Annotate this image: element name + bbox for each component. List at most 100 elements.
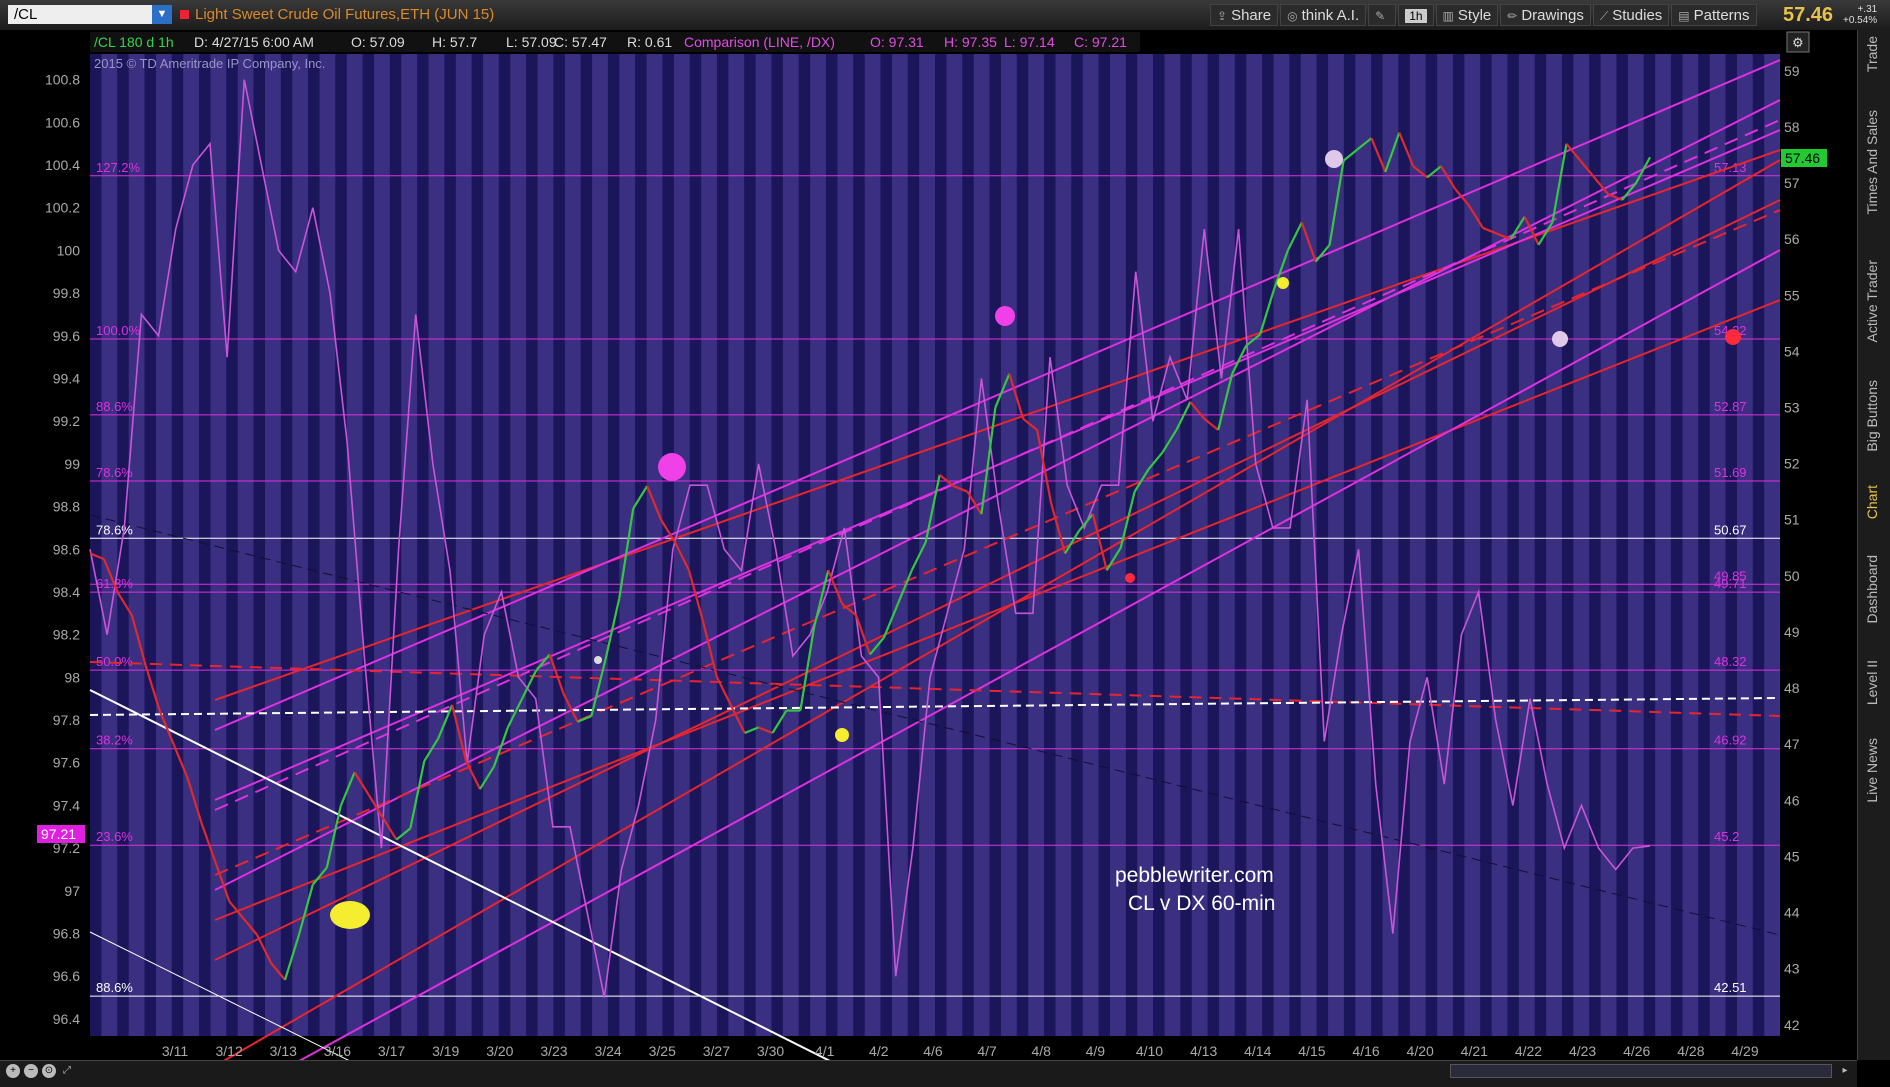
timeframe-button[interactable]: 1h [1398, 4, 1434, 26]
right-price-marker: 57.46 [1785, 150, 1820, 166]
tab-live-news[interactable]: Live News [1864, 738, 1886, 803]
magenta-marker [995, 306, 1015, 326]
left-tick-label: 98.6 [53, 541, 80, 557]
x-tick-label: 4/29 [1731, 1043, 1758, 1059]
x-tick-label: 3/27 [703, 1043, 730, 1059]
night-band [689, 54, 702, 1036]
fib-value-label: 46.92 [1714, 733, 1747, 748]
left-tick-label: 96.8 [53, 926, 80, 942]
x-tick-label: 3/25 [649, 1043, 676, 1059]
right-tick-label: 49 [1784, 624, 1800, 640]
scroll-right-icon[interactable]: ▸ [1838, 1064, 1852, 1078]
left-tick-label: 98.4 [53, 584, 80, 600]
night-band [417, 54, 429, 1036]
wrench-icon: ✎ [1375, 9, 1386, 23]
style-label: Style [1457, 7, 1492, 24]
night-band [853, 54, 865, 1036]
x-tick-label: 4/1 [815, 1043, 835, 1059]
night-band [1016, 54, 1029, 1036]
yellow-marker [1277, 277, 1289, 289]
symbol-input[interactable]: /CL [8, 5, 156, 24]
x-tick-label: 4/13 [1190, 1043, 1217, 1059]
pink-marker [1325, 150, 1343, 168]
fib-value-label: 49.85 [1714, 568, 1747, 583]
night-band [1507, 54, 1519, 1036]
info-comparison: Comparison (LINE, /DX) [684, 34, 835, 50]
night-band [1425, 54, 1438, 1036]
studies-button[interactable]: ⟋ Studies [1592, 4, 1670, 26]
scroll-thumb[interactable] [1450, 1064, 1832, 1078]
night-band [825, 54, 838, 1036]
studies-label: Studies [1612, 7, 1663, 24]
left-tick-label: 100.8 [45, 72, 80, 88]
right-tick-label: 55 [1784, 287, 1800, 303]
night-band [335, 54, 347, 1036]
night-band [1125, 54, 1138, 1036]
left-tick-label: 99.4 [53, 370, 80, 386]
info-r: R: 0.61 [627, 34, 672, 50]
white-pct-label: 88.6% [96, 980, 133, 995]
tab-trade[interactable]: Trade [1864, 36, 1886, 72]
left-tick-label: 97.8 [53, 712, 80, 728]
night-band [1180, 54, 1192, 1036]
x-tick-label: 4/7 [977, 1043, 997, 1059]
patterns-label: Patterns [1693, 7, 1750, 24]
tab-dashboard[interactable]: Dashboard [1864, 555, 1886, 624]
left-tick-label: 100 [57, 242, 81, 258]
red-marker [1125, 573, 1135, 583]
drawings-button[interactable]: ✏ Drawings [1500, 4, 1591, 26]
left-tick-label: 98.2 [53, 627, 80, 643]
right-tick-label: 46 [1784, 792, 1800, 808]
night-band [1643, 54, 1656, 1036]
right-tick-label: 58 [1784, 119, 1800, 135]
night-band [662, 54, 674, 1036]
patterns-button[interactable]: ▤ Patterns [1671, 4, 1757, 26]
left-tick-label: 99.6 [53, 328, 80, 344]
right-tick-label: 51 [1784, 512, 1800, 528]
left-tick-label: 96.6 [53, 968, 80, 984]
night-band [144, 54, 156, 1036]
expand-icon[interactable]: ⤢ [60, 1064, 74, 1078]
tools-button[interactable]: ✎ [1368, 4, 1397, 26]
last-price: 57.46 [1783, 4, 1834, 26]
x-tick-label: 4/14 [1244, 1043, 1271, 1059]
night-band [1561, 54, 1574, 1036]
annotation-line2: CL v DX 60-min [1128, 892, 1275, 915]
right-tick-label: 57 [1784, 175, 1800, 191]
night-band [1616, 54, 1628, 1036]
studies-icon: ⟋ [1599, 9, 1609, 23]
tab-big-buttons[interactable]: Big Buttons [1864, 380, 1886, 452]
night-band [1289, 54, 1301, 1036]
info-low: L: 57.09 [506, 34, 557, 50]
tab-times-and-sales[interactable]: Times And Sales [1864, 110, 1886, 215]
zoom-out-icon[interactable]: − [24, 1064, 38, 1078]
info-high: H: 57.7 [432, 34, 477, 50]
ai-icon: ◎ [1287, 9, 1298, 23]
fib-value-label: 51.69 [1714, 465, 1747, 480]
left-tick-label: 99.8 [53, 285, 80, 301]
tab-active-trader[interactable]: Active Trader [1864, 260, 1886, 342]
yellow-marker [330, 901, 370, 929]
info-symbol-period: /CL 180 d 1h [94, 34, 174, 50]
zoom-in-icon[interactable]: + [6, 1064, 20, 1078]
price-chart[interactable]: 127.2%57.13100.0%54.2288.6%52.8778.6%51.… [0, 30, 1857, 1060]
toolbar-buttons: ⇪ Share ◎ think A.I. ✎ 1h ▥ Style ✏ Drawings… [1210, 4, 1757, 26]
night-band [1398, 54, 1410, 1036]
tab-chart[interactable]: Chart [1864, 485, 1886, 519]
fib-pct-label: 23.6% [96, 829, 133, 844]
zoom-fit-icon[interactable]: ⊙ [42, 1064, 56, 1078]
night-band [199, 54, 211, 1036]
yellow-marker [835, 728, 849, 742]
night-band [1262, 54, 1274, 1036]
tab-level-ii[interactable]: Level II [1864, 660, 1886, 705]
share-button[interactable]: ⇪ Share [1210, 4, 1279, 26]
right-tick-label: 53 [1784, 400, 1800, 416]
symbol-dropdown-icon[interactable]: ▼ [152, 5, 172, 24]
info-cmp-high: H: 97.35 [944, 34, 997, 50]
right-tick-label: 45 [1784, 848, 1800, 864]
fib-pct-label: 100.0% [96, 323, 141, 338]
right-tick-label: 42 [1784, 1017, 1800, 1033]
style-button[interactable]: ▥ Style [1435, 4, 1499, 26]
think-ai-button[interactable]: ◎ think A.I. [1280, 4, 1367, 26]
x-tick-label: 3/19 [432, 1043, 459, 1059]
